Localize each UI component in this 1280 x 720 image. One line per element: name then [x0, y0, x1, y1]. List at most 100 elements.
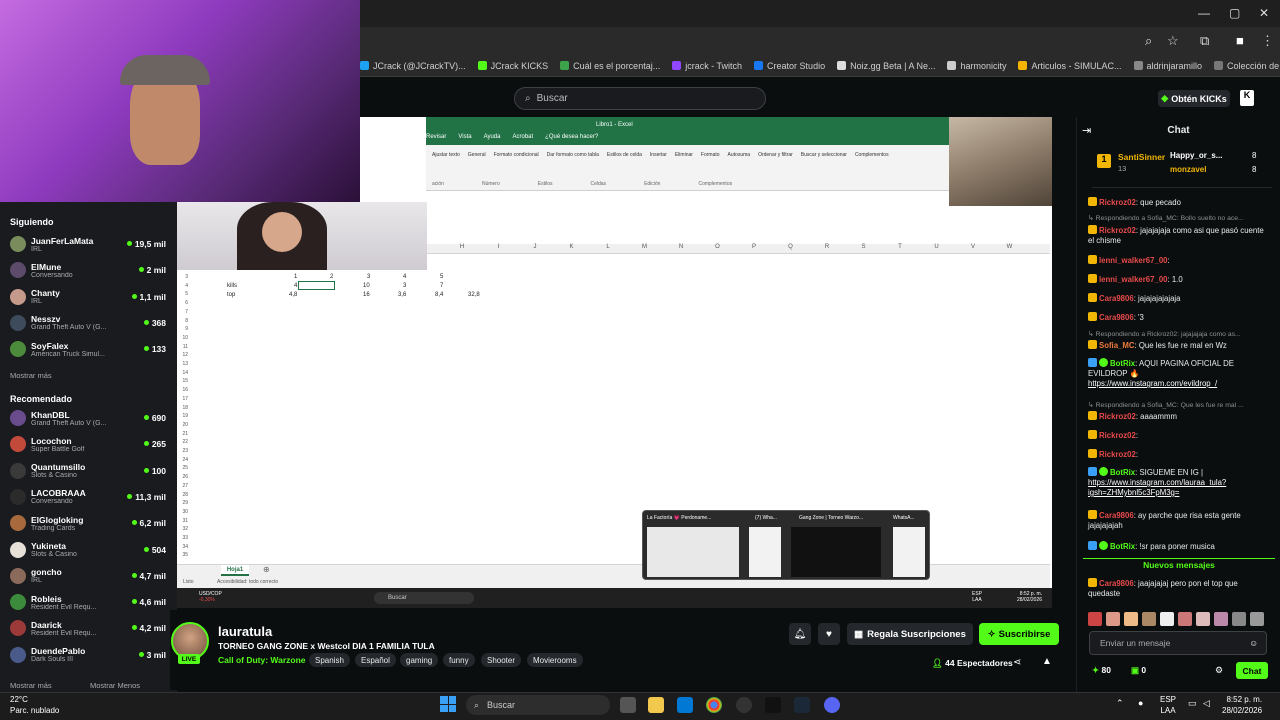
row-header[interactable]: 13	[178, 361, 188, 367]
volume-icon[interactable]: ◁	[1203, 698, 1210, 709]
leader-name[interactable]: SantiSinner	[1118, 152, 1165, 162]
notification-bell-button[interactable]: 🔔︎	[789, 623, 811, 645]
windows-search[interactable]: ⌕ Buscar	[466, 695, 610, 715]
row-header[interactable]: 26	[178, 474, 188, 480]
new-messages-divider[interactable]: Nuevos mensajes	[1083, 558, 1275, 570]
column-header[interactable]: Q	[785, 244, 797, 254]
chat-username[interactable]: Rickroz02	[1099, 198, 1136, 207]
channel-item[interactable]: JuanFerLaMata IRL 19,5 mil	[10, 232, 166, 256]
column-header[interactable]: R	[821, 244, 833, 254]
row-header[interactable]: 10	[178, 335, 188, 341]
minimize-button[interactable]: —	[1198, 6, 1210, 20]
bookmark[interactable]: harmonicity	[947, 61, 1006, 71]
row-header[interactable]: 22	[178, 439, 188, 445]
row-header[interactable]: 21	[178, 431, 188, 437]
emote-icon[interactable]	[1178, 612, 1192, 626]
show-less-recommended[interactable]: Mostrar Menos	[90, 681, 140, 690]
row-header[interactable]: 35	[178, 552, 188, 558]
bookmark[interactable]: JCrack (@JCrackTV)...	[360, 61, 466, 71]
show-more-following[interactable]: Mostrar más	[10, 371, 52, 380]
emote-icon[interactable]	[1124, 612, 1138, 626]
emote-icon[interactable]	[1196, 612, 1210, 626]
task-view-icon[interactable]	[620, 697, 636, 713]
row-header[interactable]: 5	[178, 291, 188, 297]
row-header[interactable]: 18	[178, 405, 188, 411]
chat-username[interactable]: Rickroz02	[1099, 412, 1136, 421]
row-header[interactable]: 17	[178, 396, 188, 402]
emote-icon[interactable]	[1106, 612, 1120, 626]
leader-name[interactable]: monzavel	[1170, 165, 1206, 174]
bookmark[interactable]: jcrack - Twitch	[672, 61, 742, 71]
chat-username[interactable]: BotRix	[1110, 542, 1135, 551]
bookmark[interactable]: Noiz.gg Beta | A Ne...	[837, 61, 935, 71]
star-icon[interactable]: ☆	[1167, 33, 1179, 49]
channel-item[interactable]: Locochon Super Battle Golf 265	[10, 432, 166, 456]
row-header[interactable]: 28	[178, 492, 188, 498]
row-header[interactable]: 16	[178, 387, 188, 393]
row-header[interactable]: 24	[178, 457, 188, 463]
chat-username[interactable]: Cara9806	[1099, 511, 1134, 520]
row-header[interactable]: 15	[178, 378, 188, 384]
row-header[interactable]: 32	[178, 526, 188, 532]
profile-icon[interactable]: ■	[1236, 33, 1244, 48]
subscribe-button[interactable]: ✧ Suscribirse	[979, 623, 1059, 645]
chat-username[interactable]: lenni_walker67_00	[1099, 275, 1168, 284]
show-more-recommended[interactable]: Mostrar más	[10, 681, 52, 690]
column-header[interactable]: P	[748, 244, 760, 254]
column-header[interactable]: T	[894, 244, 906, 254]
get-kicks-button[interactable]: ◆ Obtén KICKs	[1158, 90, 1230, 107]
report-icon[interactable]: ▲	[1042, 656, 1052, 667]
row-header[interactable]: 3	[178, 274, 188, 280]
column-header[interactable]: K	[566, 244, 578, 254]
column-header[interactable]: S	[858, 244, 870, 254]
chat-input[interactable]: Enviar un mensaje ☺	[1089, 631, 1267, 655]
chat-link[interactable]: https://www.instagram.com/lauraa_tula?ig…	[1088, 478, 1226, 497]
emote-icon[interactable]	[1142, 612, 1156, 626]
channel-points[interactable]: ✦ 80	[1092, 665, 1111, 676]
system-clock[interactable]: 8:52 p. m. 28/02/2026	[1222, 694, 1262, 716]
row-header[interactable]: 14	[178, 370, 188, 376]
row-header[interactable]: 33	[178, 535, 188, 541]
row-header[interactable]: 6	[178, 300, 188, 306]
cod-icon[interactable]	[765, 697, 781, 713]
chat-username[interactable]: Rickroz02	[1099, 226, 1136, 235]
chat-settings-icon[interactable]: ⚙	[1215, 665, 1223, 676]
bookmark[interactable]: Cuál es el porcentaj...	[560, 61, 660, 71]
preview-thumb[interactable]	[791, 527, 881, 577]
column-header[interactable]: J	[529, 244, 541, 254]
bookmark[interactable]: Colección de M_blei...	[1214, 61, 1280, 71]
maximize-button[interactable]: ▢	[1229, 6, 1240, 20]
tag[interactable]: Español	[355, 653, 396, 667]
tag[interactable]: Movierooms	[527, 653, 583, 667]
row-header[interactable]: 19	[178, 413, 188, 419]
emoji-icon[interactable]: ☺	[1249, 638, 1258, 648]
channel-item[interactable]: ElGlogloking Trading Cards 6,2 mil	[10, 511, 166, 535]
column-header[interactable]: M	[639, 244, 651, 254]
preview-thumb[interactable]	[749, 527, 781, 577]
chat-username[interactable]: Rickroz02	[1099, 431, 1136, 440]
tag[interactable]: Spanish	[309, 653, 350, 667]
preview-title[interactable]: La Factoría 💗 Perdoname...	[647, 515, 741, 521]
gift-subs-button[interactable]: ▦ Regala Suscripciones	[847, 623, 973, 645]
tag[interactable]: funny	[443, 653, 475, 667]
language-indicator[interactable]: ESP LAA	[1160, 694, 1176, 716]
row-header[interactable]: 25	[178, 465, 188, 471]
channel-item[interactable]: Chanty IRL 1,1 mil	[10, 285, 166, 309]
tag[interactable]: gaming	[400, 653, 439, 667]
channel-item[interactable]: Nesszv Grand Theft Auto V (G... 368	[10, 311, 166, 335]
bookmark[interactable]: JCrack KICKS	[477, 61, 548, 71]
microphone-icon[interactable]: ●	[1138, 698, 1143, 708]
chat-link[interactable]: https://www.instagram.com/evildrop_/	[1088, 379, 1217, 388]
channel-item[interactable]: ElMune Conversando 2 mil	[10, 258, 166, 282]
chat-username[interactable]: Cara9806	[1099, 294, 1134, 303]
emote-icon[interactable]	[1160, 612, 1174, 626]
user-avatar[interactable]: K	[1240, 90, 1254, 106]
chat-username[interactable]: BotRix	[1110, 468, 1135, 477]
channel-item[interactable]: Quantumsillo Slots & Casino 100	[10, 459, 166, 483]
network-icon[interactable]: ▭	[1188, 698, 1197, 709]
chat-username[interactable]: Cara9806	[1099, 579, 1134, 588]
menu-icon[interactable]: ⋮	[1261, 33, 1274, 49]
chat-username[interactable]: Cara9806	[1099, 313, 1134, 322]
bookmark[interactable]: aldrinjaramillo	[1133, 61, 1202, 71]
column-header[interactable]: V	[967, 244, 979, 254]
